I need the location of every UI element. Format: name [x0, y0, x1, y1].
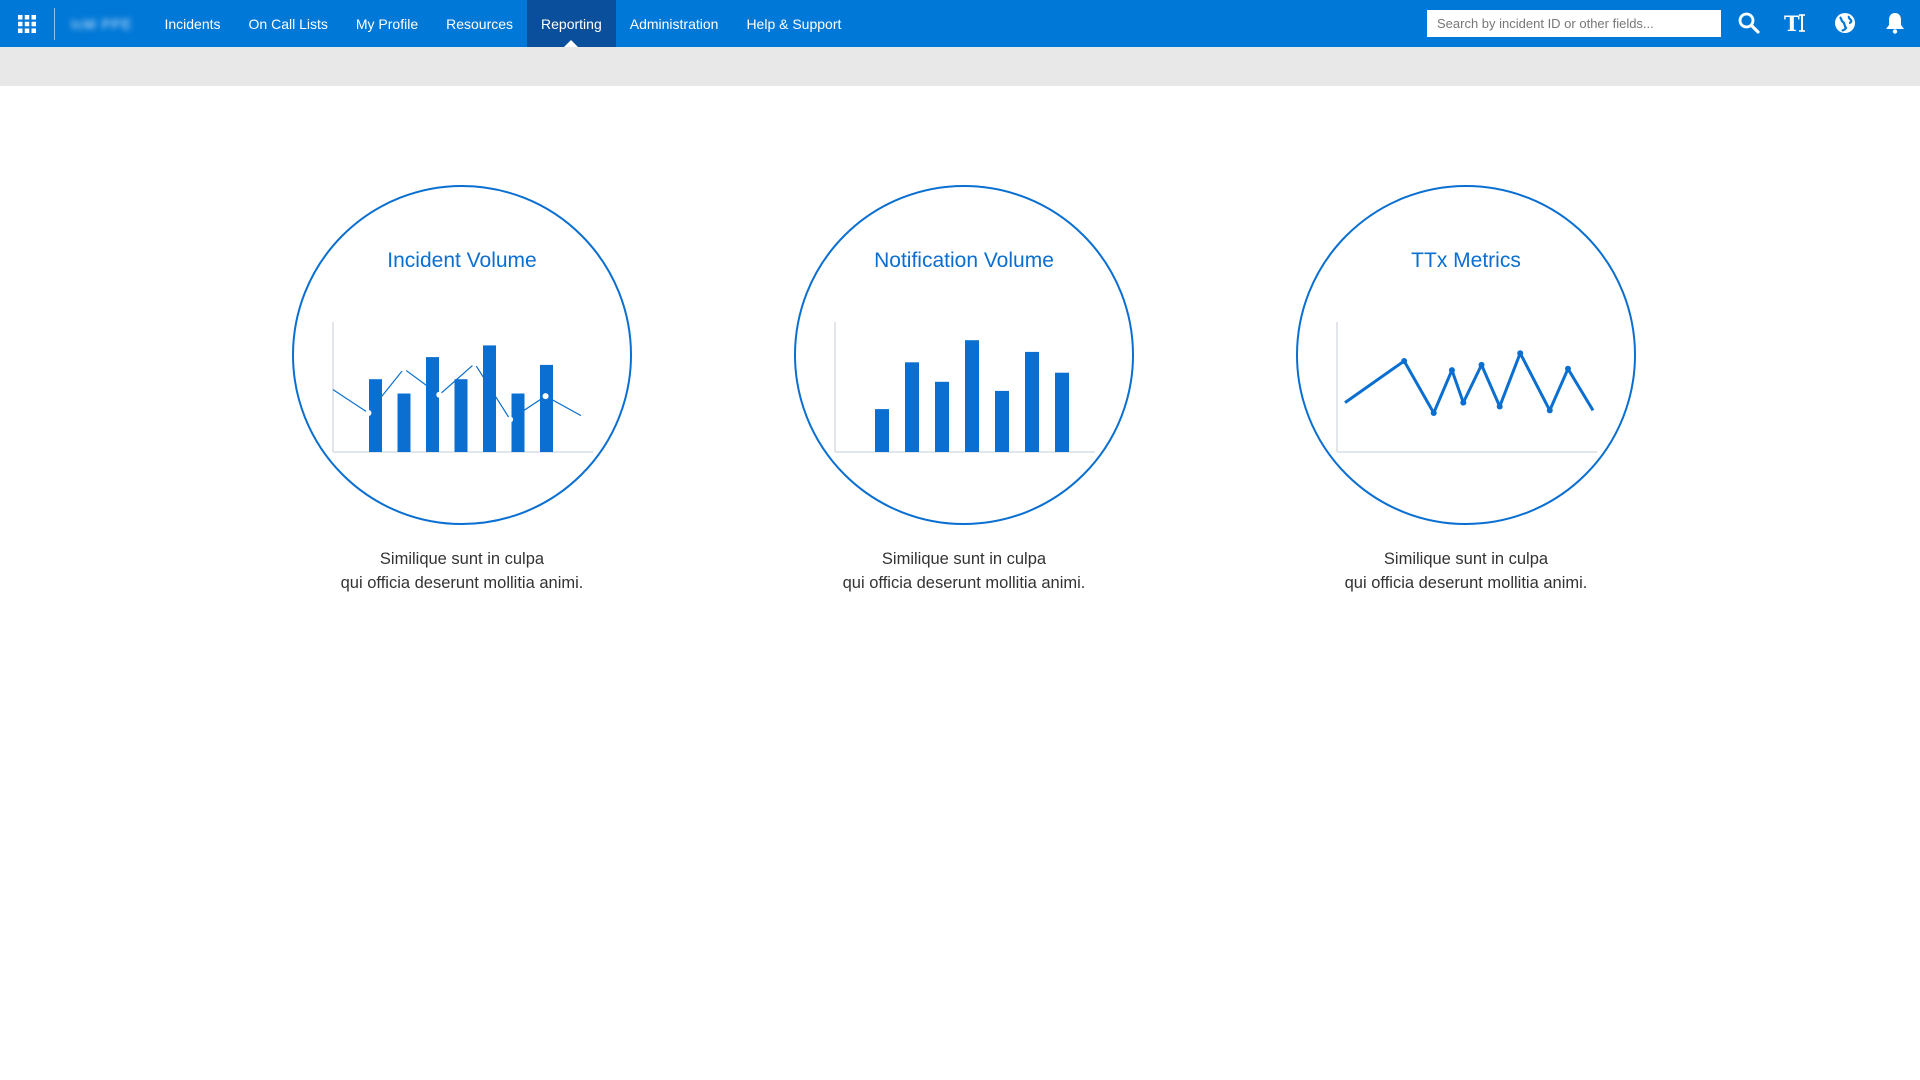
- card-description: Similique sunt in culpa qui officia dese…: [794, 547, 1134, 595]
- report-circle[interactable]: TTx Metrics: [1296, 185, 1636, 525]
- globe-icon[interactable]: [1830, 8, 1860, 38]
- chart-point: [1478, 361, 1485, 368]
- report-circle[interactable]: Notification Volume: [794, 185, 1134, 525]
- chart-bar: [454, 379, 468, 452]
- top-navigation-bar: IcM PPE Incidents On Call Lists My Profi…: [0, 0, 1920, 47]
- nav-item-reporting[interactable]: Reporting: [527, 0, 616, 47]
- chart-bar: [965, 340, 979, 452]
- nav-item-on-call-lists[interactable]: On Call Lists: [235, 0, 342, 47]
- chart-point: [1564, 365, 1571, 372]
- nav-item-resources[interactable]: Resources: [432, 0, 527, 47]
- notification-volume-icon: [834, 322, 1095, 453]
- report-card-notification-volume[interactable]: Notification Volume Similique sunt in cu…: [794, 185, 1134, 595]
- card-title: Incident Volume: [387, 249, 537, 272]
- chart-bar: [905, 362, 919, 452]
- card-title: TTx Metrics: [1411, 249, 1521, 272]
- chart-point: [1430, 410, 1437, 416]
- nav-item-my-profile[interactable]: My Profile: [342, 0, 432, 47]
- card-description: Similique sunt in culpa qui officia dese…: [1296, 547, 1636, 595]
- card-title: Notification Volume: [874, 249, 1054, 272]
- report-circle[interactable]: Incident Volume: [292, 185, 632, 525]
- card-description-line1: Similique sunt in culpa: [1383, 550, 1549, 568]
- chart-point: [1401, 358, 1408, 364]
- chart-bar: [875, 409, 889, 452]
- chart-point: [1496, 403, 1503, 410]
- chart-bar: [369, 379, 382, 452]
- nav-divider: [54, 7, 55, 40]
- nav-item-administration[interactable]: Administration: [616, 0, 733, 47]
- brand-label[interactable]: IcM PPE: [71, 16, 132, 32]
- chart-bar: [540, 364, 553, 452]
- svg-text:T: T: [1784, 11, 1800, 35]
- ttx-metrics-icon: [1336, 322, 1597, 453]
- chart-bar: [397, 393, 411, 452]
- nav-item-help-support[interactable]: Help & Support: [732, 0, 855, 47]
- search-icon[interactable]: [1734, 8, 1764, 38]
- chart-point: [1517, 350, 1524, 357]
- report-card-ttx-metrics[interactable]: TTx Metrics Similique sunt in culpa qui …: [1296, 185, 1636, 595]
- chart-bar: [426, 357, 439, 452]
- chart-point: [1448, 367, 1455, 374]
- card-description-line2: qui officia deserunt mollitia animi.: [340, 574, 584, 592]
- chart-series-line: [1344, 351, 1595, 415]
- chart-point: [436, 391, 443, 398]
- card-description-line1: Similique sunt in culpa: [379, 550, 545, 568]
- chart-point: [1546, 407, 1553, 414]
- chart-bar: [935, 381, 949, 452]
- chart-bar: [1025, 351, 1039, 452]
- text-size-icon[interactable]: T: [1782, 8, 1812, 38]
- report-card-incident-volume[interactable]: Incident Volume Similique sunt in culpa …: [292, 185, 632, 595]
- chart-point: [1460, 399, 1467, 406]
- search-input[interactable]: [1427, 10, 1721, 37]
- waffle-icon[interactable]: [0, 0, 54, 47]
- chart-bar: [511, 393, 525, 452]
- chart-point: [507, 416, 514, 423]
- chart-bar: [1055, 372, 1069, 452]
- incident-volume-icon: [332, 322, 593, 453]
- bell-icon[interactable]: [1880, 8, 1910, 38]
- card-description-line2: qui officia deserunt mollitia animi.: [842, 574, 1086, 592]
- main-nav: Incidents On Call Lists My Profile Resou…: [150, 0, 855, 47]
- chart-point: [365, 410, 372, 416]
- chart-point: [471, 360, 478, 367]
- card-description: Similique sunt in culpa qui officia dese…: [292, 547, 632, 595]
- subheader-band: [0, 47, 1920, 86]
- chart-point: [400, 365, 407, 372]
- nav-item-incidents[interactable]: Incidents: [150, 0, 234, 47]
- card-description-line2: qui officia deserunt mollitia animi.: [1344, 574, 1588, 592]
- chart-point: [542, 393, 549, 400]
- chart-bar: [995, 390, 1009, 452]
- chart-bar: [483, 345, 496, 452]
- card-description-line1: Similique sunt in culpa: [881, 550, 1047, 568]
